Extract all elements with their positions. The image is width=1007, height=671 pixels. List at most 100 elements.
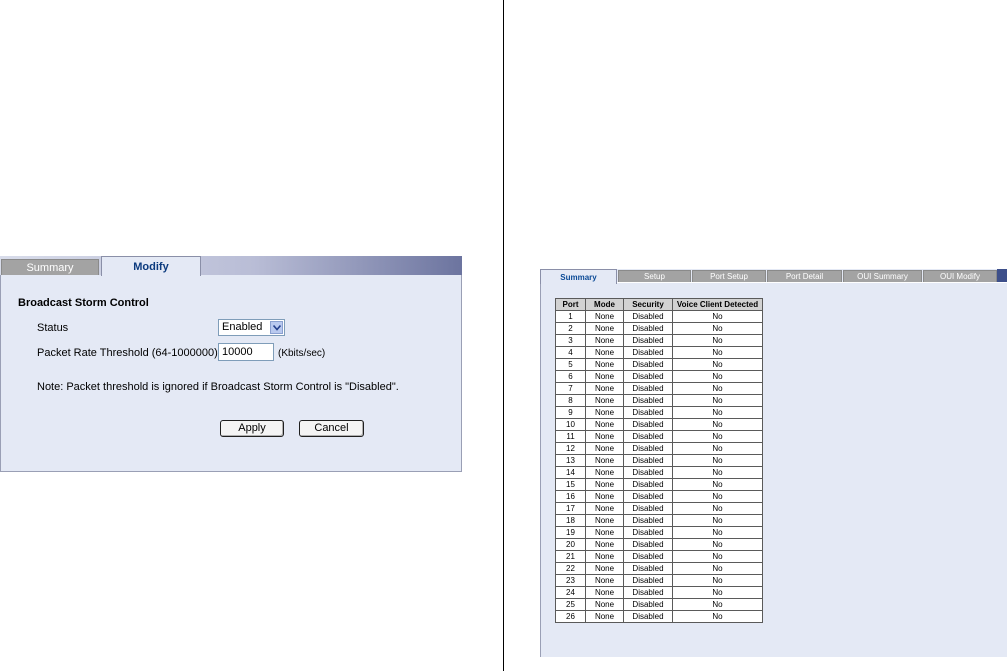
table-row: 2 None Disabled No (555, 322, 763, 335)
cell-port: 2 (555, 322, 586, 335)
cell-security: Disabled (623, 346, 673, 359)
cell-mode: None (585, 562, 624, 575)
cell-voice-client: No (672, 358, 763, 371)
cell-voice-client: No (672, 466, 763, 479)
cell-port: 3 (555, 334, 586, 347)
table-row: 17 None Disabled No (555, 502, 763, 515)
cell-mode: None (585, 466, 624, 479)
cell-voice-client: No (672, 346, 763, 359)
cell-port: 14 (555, 466, 586, 479)
table-row: 9 None Disabled No (555, 406, 763, 419)
cell-port: 13 (555, 454, 586, 467)
table-row: 18 None Disabled No (555, 514, 763, 527)
table-row: 26 None Disabled No (555, 610, 763, 623)
cell-security: Disabled (623, 478, 673, 491)
table-row: 10 None Disabled No (555, 418, 763, 431)
cell-mode: None (585, 502, 624, 515)
cell-security: Disabled (623, 538, 673, 551)
status-label: Status (37, 322, 69, 334)
table-row: 3 None Disabled No (555, 334, 763, 347)
cell-port: 21 (555, 550, 586, 563)
cell-mode: None (585, 598, 624, 611)
chevron-down-icon[interactable] (270, 321, 283, 334)
table-row: 24 None Disabled No (555, 586, 763, 599)
cell-port: 22 (555, 562, 586, 575)
cell-port: 1 (555, 310, 586, 323)
table-row: 14 None Disabled No (555, 466, 763, 479)
cell-mode: None (585, 454, 624, 467)
table-row: 6 None Disabled No (555, 370, 763, 383)
cell-voice-client: No (672, 574, 763, 587)
cell-port: 16 (555, 490, 586, 503)
cell-mode: None (585, 382, 624, 395)
cell-mode: None (585, 574, 624, 587)
tab-oui-modify[interactable]: OUI Modify (923, 270, 997, 282)
apply-button[interactable]: Apply (220, 420, 284, 437)
cell-security: Disabled (623, 406, 673, 419)
tab-modify[interactable]: Modify (101, 256, 201, 276)
cell-port: 23 (555, 574, 586, 587)
table-row: 20 None Disabled No (555, 538, 763, 551)
cell-voice-client: No (672, 322, 763, 335)
cell-voice-client: No (672, 310, 763, 323)
table-body: 1 None Disabled No 2 None Disabled No 3 None Disab… (555, 310, 763, 623)
cell-mode: None (585, 310, 624, 323)
tab-port-setup[interactable]: Port Setup (692, 270, 766, 282)
cell-mode: None (585, 478, 624, 491)
cell-security: Disabled (623, 382, 673, 395)
cell-voice-client: No (672, 598, 763, 611)
cell-security: Disabled (623, 370, 673, 383)
cancel-button[interactable]: Cancel (299, 420, 364, 437)
cell-port: 18 (555, 514, 586, 527)
cell-port: 25 (555, 598, 586, 611)
cell-port: 15 (555, 478, 586, 491)
status-select[interactable]: Enabled (218, 319, 285, 336)
cell-port: 24 (555, 586, 586, 599)
cell-voice-client: No (672, 454, 763, 467)
cell-security: Disabled (623, 574, 673, 587)
cell-security: Disabled (623, 514, 673, 527)
cell-mode: None (585, 490, 624, 503)
cell-voice-client: No (672, 406, 763, 419)
tab-port-detail[interactable]: Port Detail (767, 270, 842, 282)
tab-setup[interactable]: Setup (618, 270, 691, 282)
cell-mode: None (585, 610, 624, 623)
cell-port: 17 (555, 502, 586, 515)
cell-voice-client: No (672, 442, 763, 455)
cell-port: 10 (555, 418, 586, 431)
status-select-value: Enabled (222, 321, 263, 333)
tab-summary[interactable]: Summary (1, 259, 99, 275)
cell-mode: None (585, 322, 624, 335)
cell-security: Disabled (623, 550, 673, 563)
table-row: 21 None Disabled No (555, 550, 763, 563)
cell-security: Disabled (623, 610, 673, 623)
cell-security: Disabled (623, 586, 673, 599)
cell-mode: None (585, 430, 624, 443)
threshold-input[interactable]: 10000 (218, 343, 274, 361)
cell-security: Disabled (623, 358, 673, 371)
cell-port: 5 (555, 358, 586, 371)
tab-oui-summary[interactable]: OUI Summary (843, 270, 922, 282)
broadcast-storm-panel: Summary Modify Broadcast Storm Control S… (0, 256, 462, 472)
table-row: 4 None Disabled No (555, 346, 763, 359)
table-row: 11 None Disabled No (555, 430, 763, 443)
cell-voice-client: No (672, 502, 763, 515)
column-header-voice-client: Voice Client Detected (672, 298, 763, 311)
cell-security: Disabled (623, 394, 673, 407)
cell-security: Disabled (623, 418, 673, 431)
tab-bar-endcap (997, 269, 1007, 282)
table-row: 1 None Disabled No (555, 310, 763, 323)
column-header-port: Port (555, 298, 586, 311)
tab-summary[interactable]: Summary (540, 269, 617, 284)
cell-voice-client: No (672, 610, 763, 623)
cell-voice-client: No (672, 334, 763, 347)
cell-port: 26 (555, 610, 586, 623)
threshold-label: Packet Rate Threshold (64-1000000) (37, 347, 218, 359)
threshold-units: (Kbits/sec) (278, 348, 326, 359)
cell-security: Disabled (623, 430, 673, 443)
cell-mode: None (585, 442, 624, 455)
table-row: 22 None Disabled No (555, 562, 763, 575)
cell-port: 20 (555, 538, 586, 551)
cell-mode: None (585, 370, 624, 383)
cell-voice-client: No (672, 562, 763, 575)
